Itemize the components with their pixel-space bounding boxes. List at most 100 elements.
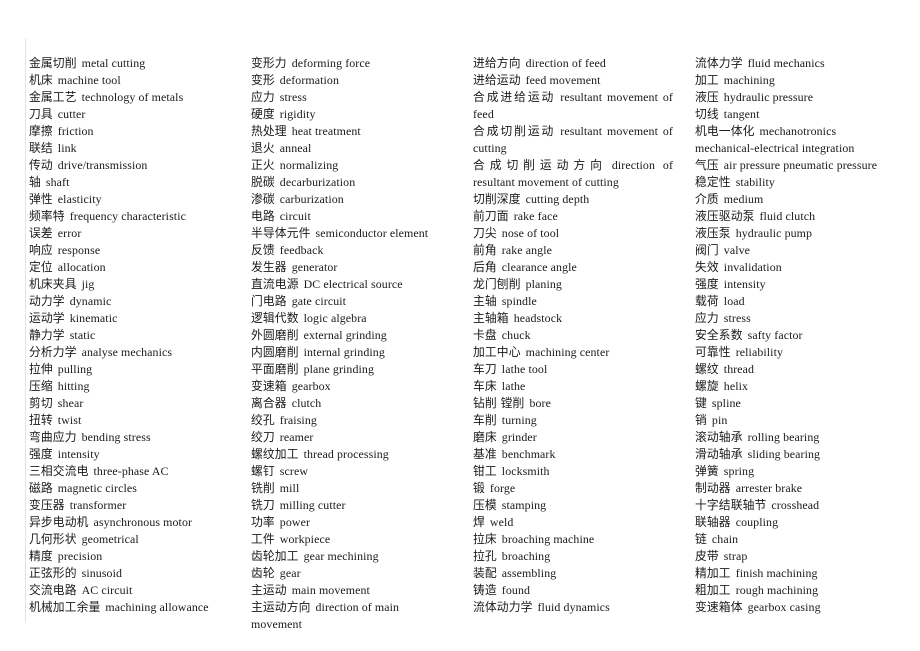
term-english: external grinding <box>303 328 387 342</box>
glossary-entry: 键 spline <box>695 395 895 412</box>
term-english: reamer <box>279 430 314 444</box>
term-english: analyse mechanics <box>81 345 173 359</box>
term-english: kinematic <box>69 311 118 325</box>
glossary-entry: 正弦形的 sinusoid <box>29 565 229 582</box>
term-english: strap <box>723 549 748 563</box>
glossary-entry: 车床 lathe <box>473 378 673 395</box>
term-english: machining <box>723 73 775 87</box>
glossary-entry: 刀具 cutter <box>29 106 229 123</box>
term-english: carburization <box>279 192 344 206</box>
glossary-entry: 后角 clearance angle <box>473 259 673 276</box>
term-chinese: 螺纹加工 <box>251 447 299 461</box>
term-english: broaching machine <box>501 532 595 546</box>
term-english: benchmark <box>501 447 556 461</box>
term-english: coupling <box>735 515 779 529</box>
term-chinese: 精度 <box>29 549 53 563</box>
term-english: error <box>57 226 82 240</box>
glossary-entry: 金属切削 metal cutting <box>29 55 229 72</box>
glossary-entry: 分析力学 analyse mechanics <box>29 344 229 361</box>
glossary-entry: 液压泵 hydraulic pump <box>695 225 895 242</box>
term-chinese: 失效 <box>695 260 719 274</box>
term-english: assembling <box>501 566 557 580</box>
glossary-entry: 可靠性 reliability <box>695 344 895 361</box>
term-english: broaching <box>501 549 551 563</box>
glossary-entry: 齿轮加工 gear mechining <box>251 548 451 565</box>
glossary-entry: 工件 workpiece <box>251 531 451 548</box>
term-chinese: 车床 <box>473 379 497 393</box>
term-chinese: 可靠性 <box>695 345 731 359</box>
term-english: safty factor <box>747 328 803 342</box>
glossary-entry: 加工中心 machining center <box>473 344 673 361</box>
term-english: hydraulic pressure <box>723 90 814 104</box>
glossary-entry: 半导体元件 semiconductor element <box>251 225 451 242</box>
term-english: shear <box>57 396 84 410</box>
term-chinese: 静力学 <box>29 328 65 342</box>
term-chinese: 制动器 <box>695 481 731 495</box>
term-chinese: 前角 <box>473 243 497 257</box>
glossary-entry: 应力 stress <box>695 310 895 327</box>
term-english: magnetic circles <box>57 481 137 495</box>
term-english: stamping <box>501 498 547 512</box>
term-english: pulling <box>57 362 93 376</box>
term-chinese: 传动 <box>29 158 53 172</box>
term-english: fluid dynamics <box>537 600 610 614</box>
term-english: rolling bearing <box>747 430 820 444</box>
term-english: intensity <box>57 447 100 461</box>
term-english: clearance angle <box>501 260 577 274</box>
term-chinese: 强度 <box>29 447 53 461</box>
term-chinese: 阀门 <box>695 243 719 257</box>
term-chinese: 弹簧 <box>695 464 719 478</box>
term-chinese: 后角 <box>473 260 497 274</box>
term-chinese: 强度 <box>695 277 719 291</box>
term-english: turning <box>501 413 537 427</box>
term-english: rough machining <box>735 583 819 597</box>
term-english: reliability <box>735 345 784 359</box>
term-chinese: 轴 <box>29 175 41 189</box>
term-english: lathe <box>501 379 526 393</box>
term-chinese: 稳定性 <box>695 175 731 189</box>
term-chinese: 热处理 <box>251 124 287 138</box>
term-chinese: 龙门刨削 <box>473 277 521 291</box>
term-chinese: 压模 <box>473 498 497 512</box>
term-chinese: 分析力学 <box>29 345 77 359</box>
glossary-entry: 十字结联轴节 crosshead <box>695 497 895 514</box>
term-english: deforming force <box>291 56 371 70</box>
glossary-entry: 流体力学 fluid mechanics <box>695 55 895 72</box>
glossary-entry: 滚动轴承 rolling bearing <box>695 429 895 446</box>
glossary-entry: 强度 intensity <box>695 276 895 293</box>
term-chinese: 螺钉 <box>251 464 275 478</box>
glossary-entry: 切削深度 cutting depth <box>473 191 673 208</box>
term-english: gear <box>279 566 301 580</box>
term-english: frequency characteristic <box>69 209 186 223</box>
term-english: main movement <box>291 583 370 597</box>
term-chinese: 进给方向 <box>473 56 521 70</box>
term-english: locksmith <box>501 464 550 478</box>
term-chinese: 联轴器 <box>695 515 731 529</box>
term-english: lathe tool <box>501 362 548 376</box>
term-chinese: 加工 <box>695 73 719 87</box>
term-chinese: 频率特 <box>29 209 65 223</box>
glossary-entry: 弹性 elasticity <box>29 191 229 208</box>
glossary-entry: 联结 link <box>29 140 229 157</box>
term-english: gearbox casing <box>747 600 821 614</box>
term-english: rake angle <box>501 243 552 257</box>
glossary-entry: 载荷 load <box>695 293 895 310</box>
glossary-entry: 制动器 arrester brake <box>695 480 895 497</box>
term-english: spindle <box>501 294 537 308</box>
term-english: thread <box>723 362 755 376</box>
term-english: forge <box>489 481 516 495</box>
glossary-entry: 功率 power <box>251 514 451 531</box>
glossary-entry: 合成切削运动方向 direction of resultant movement … <box>473 157 673 191</box>
glossary-entry: 阀门 valve <box>695 242 895 259</box>
glossary-entry: 粗加工 rough machining <box>695 582 895 599</box>
term-chinese: 内圆磨削 <box>251 345 299 359</box>
glossary-entry: 直流电源 DC electrical source <box>251 276 451 293</box>
term-chinese: 流体动力学 <box>473 600 533 614</box>
term-chinese: 装配 <box>473 566 497 580</box>
term-chinese: 液压泵 <box>695 226 731 240</box>
term-english: chuck <box>501 328 531 342</box>
glossary-entry: 螺钉 screw <box>251 463 451 480</box>
term-chinese: 金属工艺 <box>29 90 77 104</box>
glossary-entry: 发生器 generator <box>251 259 451 276</box>
term-english: pin <box>711 413 728 427</box>
